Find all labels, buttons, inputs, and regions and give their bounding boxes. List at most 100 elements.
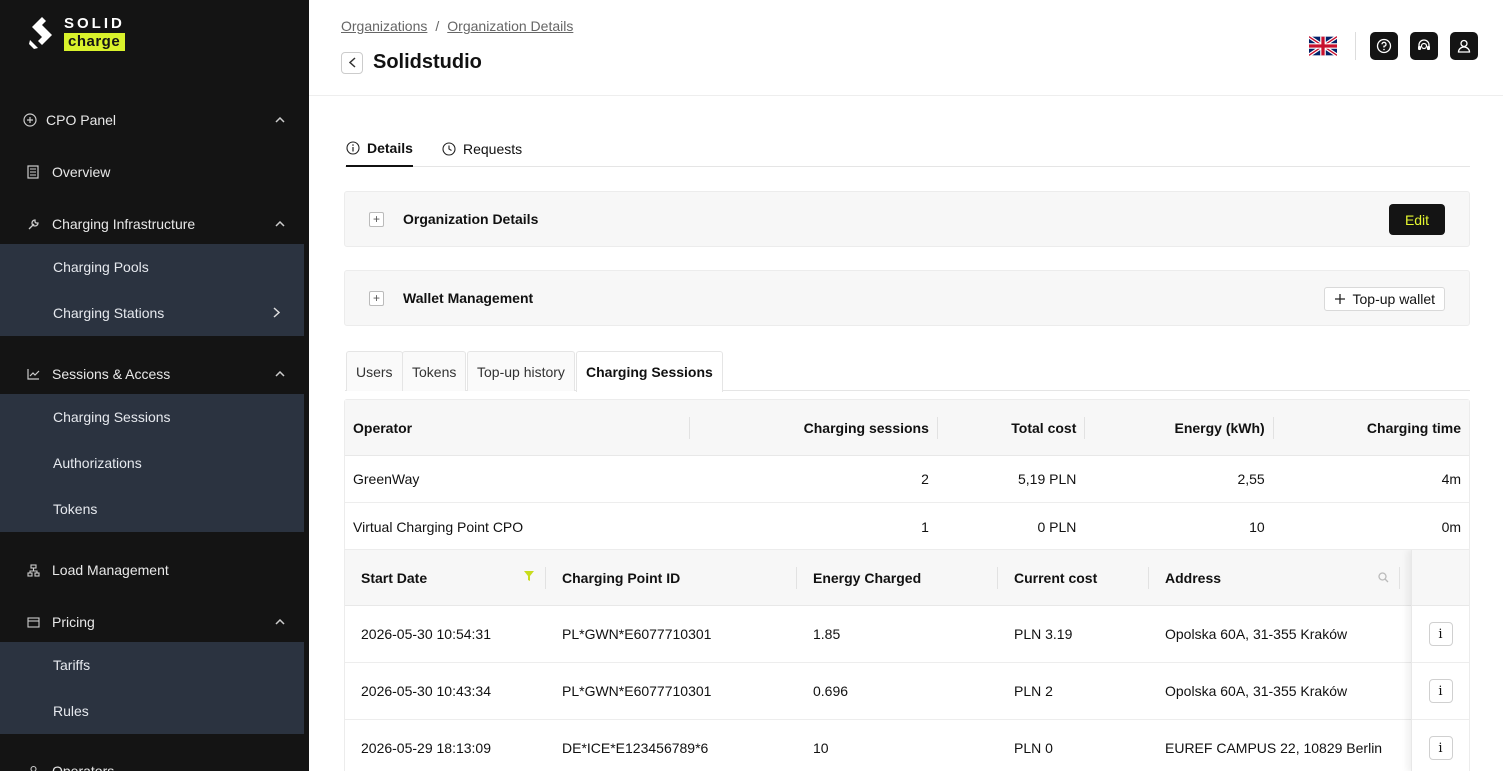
sidebar-item-label: Rules	[53, 703, 89, 719]
charging-sessions-table: Start Date Charging Point ID Energy Char…	[344, 549, 1470, 771]
user-menu-button[interactable]	[1450, 32, 1478, 60]
help-button[interactable]	[1370, 32, 1398, 60]
breadcrumb: Organizations / Organization Details	[341, 18, 573, 34]
column-header-address[interactable]: Address	[1149, 570, 1399, 586]
question-circle-icon	[1376, 38, 1392, 54]
tab-label: Requests	[463, 140, 523, 157]
tab-label: Details	[367, 139, 413, 156]
sidebar-item-authorizations[interactable]: Authorizations	[0, 440, 304, 486]
sidebar-item-tariffs[interactable]: Tariffs	[0, 642, 304, 688]
expand-plus-icon[interactable]: +	[369, 211, 384, 227]
plus-circle-icon	[22, 112, 38, 128]
cell-charging-sessions: 2	[921, 471, 929, 487]
tab-charging-sessions[interactable]: Charging Sessions	[576, 351, 723, 392]
wrench-icon	[25, 216, 41, 232]
submenu-infrastructure: Charging Pools Charging Stations	[0, 244, 304, 336]
edit-button[interactable]: Edit	[1389, 204, 1445, 235]
table-row[interactable]: 2026-05-30 10:43:34 PL*GWN*E6077710301 0…	[345, 663, 1469, 720]
sidebar-item-rules[interactable]: Rules	[0, 688, 304, 734]
column-header-charging-time: Charging time	[1366, 419, 1462, 436]
user-icon	[1457, 39, 1471, 53]
submenu-sessions: Charging Sessions Authorizations Tokens	[0, 394, 304, 532]
nav-sessions-access[interactable]: Sessions & Access	[0, 351, 309, 397]
column-divider	[1399, 566, 1400, 589]
chevron-up-icon	[275, 368, 285, 380]
nav-overview[interactable]: Overview	[0, 149, 309, 195]
cell-address: EUREF CAMPUS 22, 10829 Berlin	[1165, 740, 1383, 756]
cell-start-date: 2026-05-30 10:54:31	[361, 626, 491, 642]
top-up-wallet-button[interactable]: Top-up wallet	[1323, 287, 1445, 311]
table-header-row: Start Date Charging Point ID Energy Char…	[345, 550, 1469, 606]
nav-overview-label: Overview	[52, 164, 111, 180]
logo: SOLID charge	[28, 16, 125, 51]
column-header-energy-charged: Energy Charged	[813, 569, 922, 586]
session-info-button[interactable]: i	[1428, 679, 1453, 703]
nav-operators-label: Operators	[52, 763, 115, 771]
nav-charging-infrastructure[interactable]: Charging Infrastructure	[0, 201, 309, 247]
cell-energy: 10	[1249, 518, 1265, 535]
tab-details[interactable]: Details	[346, 138, 413, 167]
sidebar-item-label: Tariffs	[53, 657, 91, 673]
uk-flag-icon[interactable]	[1307, 35, 1339, 57]
hierarchy-icon	[25, 562, 41, 578]
breadcrumb-organization-details[interactable]: Organization Details	[447, 18, 573, 34]
nav-load-management[interactable]: Load Management	[0, 547, 309, 593]
sidebar-item-label: Charging Stations	[53, 305, 165, 321]
sidebar-item-charging-stations[interactable]: Charging Stations	[0, 290, 304, 336]
sidebar-item-charging-pools[interactable]: Charging Pools	[0, 244, 304, 290]
chevron-right-icon	[273, 306, 281, 321]
page-header: Organizations / Organization Details Sol…	[309, 0, 1503, 96]
tab-tokens[interactable]: Tokens	[402, 351, 467, 391]
chevron-up-icon	[275, 114, 285, 126]
credit-card-icon	[25, 614, 41, 630]
session-info-button[interactable]: i	[1428, 622, 1453, 646]
organization-details-panel[interactable]: + Organization Details Edit	[344, 191, 1470, 247]
sidebar-item-label: Tokens	[53, 501, 98, 517]
table-row: Virtual Charging Point CPO 1 0 PLN 10 0m	[345, 503, 1469, 550]
column-header-start-date[interactable]: Start Date	[345, 570, 545, 586]
table-row[interactable]: 2026-05-30 10:54:31 PL*GWN*E6077710301 1…	[345, 606, 1469, 663]
support-agent-icon	[1418, 39, 1430, 50]
nav-charging-infrastructure-label: Charging Infrastructure	[52, 216, 196, 232]
cell-charging-time: 4m	[1441, 471, 1462, 487]
sidebar: SOLID charge CPO Panel Overview Charging…	[0, 0, 309, 771]
search-icon[interactable]	[1378, 570, 1389, 586]
chevron-up-icon	[275, 218, 285, 230]
nav-pricing[interactable]: Pricing	[0, 599, 309, 645]
cell-start-date: 2026-05-29 18:13:09	[361, 740, 491, 756]
support-button[interactable]	[1410, 32, 1438, 60]
cell-energy-charged: 10	[813, 740, 829, 756]
expand-plus-icon[interactable]: +	[369, 290, 384, 306]
cell-charging-time: 0m	[1441, 518, 1462, 535]
tab-top-up-history[interactable]: Top-up history	[467, 351, 575, 391]
cell-charging-point-id: DE*ICE*E123456789*6	[562, 740, 709, 756]
cell-current-cost: PLN 2	[1014, 683, 1053, 699]
cell-operator: GreenWay	[353, 471, 420, 487]
nav-operators[interactable]: Operators	[0, 748, 309, 771]
breadcrumb-organizations[interactable]: Organizations	[341, 18, 427, 34]
column-header-charging-point-id: Charging Point ID	[562, 569, 681, 586]
sidebar-item-charging-sessions[interactable]: Charging Sessions	[0, 394, 304, 440]
sidebar-item-tokens[interactable]: Tokens	[0, 486, 304, 532]
cell-charging-point-id: PL*GWN*E6077710301	[562, 626, 712, 642]
cell-address: Opolska 60A, 31-355 Kraków	[1165, 626, 1348, 642]
table-row[interactable]: 2026-05-29 18:13:09 DE*ICE*E123456789*6 …	[345, 720, 1469, 771]
cell-start-date: 2026-05-30 10:43:34	[361, 683, 491, 699]
nav-sessions-access-label: Sessions & Access	[52, 366, 171, 382]
session-info-button[interactable]: i	[1428, 736, 1453, 760]
operators-icon	[25, 763, 41, 771]
column-header-charging-sessions: Charging sessions	[803, 419, 929, 436]
wallet-management-panel[interactable]: + Wallet Management Top-up wallet	[344, 270, 1470, 326]
back-button[interactable]	[341, 51, 363, 74]
operator-summary-table: Operator Charging sessions Total cost En…	[344, 399, 1470, 551]
filter-icon[interactable]	[523, 569, 535, 585]
tab-requests[interactable]: Requests	[442, 138, 522, 167]
column-header-total-cost: Total cost	[1011, 419, 1077, 436]
document-icon	[25, 164, 41, 180]
nav-cpo-panel[interactable]: CPO Panel	[0, 97, 309, 143]
cell-address: Opolska 60A, 31-355 Kraków	[1165, 683, 1348, 699]
cell-charging-sessions: 1	[921, 518, 929, 535]
tab-users[interactable]: Users	[346, 351, 403, 391]
cell-total-cost: 5,19 PLN	[1018, 471, 1077, 487]
organization-subtabs: Users Tokens Top-up history Charging Ses…	[345, 351, 1470, 392]
